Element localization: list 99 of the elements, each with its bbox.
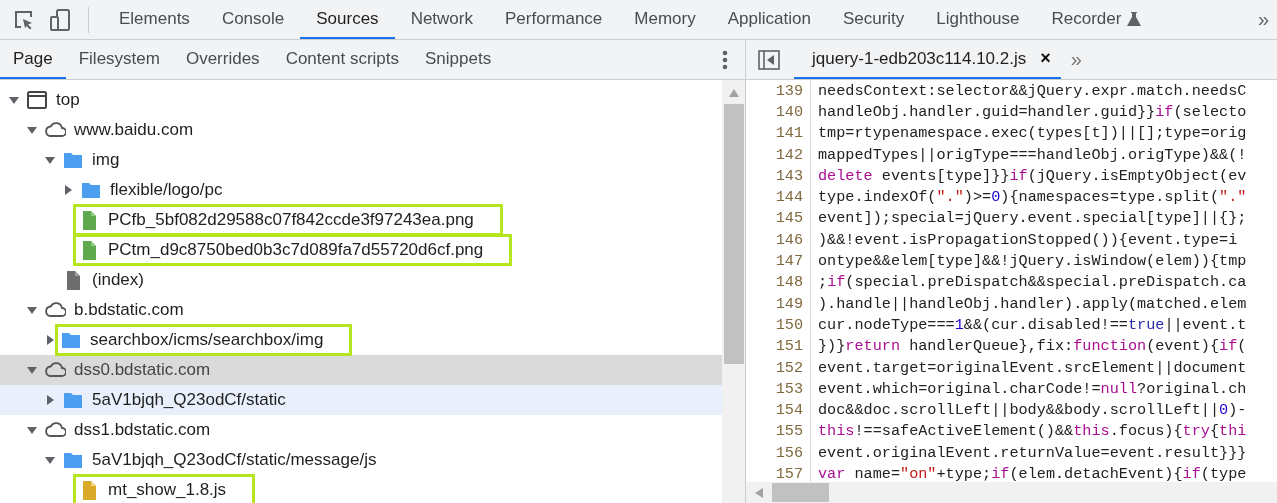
scrollbar-thumb[interactable] bbox=[723, 104, 744, 364]
tree-item[interactable]: PCtm_d9c8750bed0b3c7d089fa7d55720d6cf.png bbox=[0, 235, 722, 265]
file-tab-label[interactable]: jquery-1-edb203c114.10.2.js bbox=[812, 48, 1027, 69]
navigator-tab[interactable]: Content scripts bbox=[272, 40, 412, 79]
tree-item[interactable]: searchbox/icms/searchbox/img bbox=[0, 325, 722, 355]
code-line: ).handle||handleObj.handler).apply(matched.elem bbox=[817, 294, 1247, 313]
line-number: 156 bbox=[746, 442, 811, 464]
tree-item-label: mt_show_1.8.js bbox=[108, 480, 227, 500]
tree-item[interactable]: img bbox=[0, 145, 722, 175]
expanded-arrow-icon[interactable] bbox=[26, 364, 38, 376]
code-line: handleObj.handler.guid=handler.guid}}if(selecto bbox=[817, 102, 1247, 121]
expanded-arrow-icon[interactable] bbox=[26, 424, 38, 436]
more-tabs-button[interactable]: » bbox=[1060, 40, 1092, 79]
code-line: needsContext:selector&&jQuery.expr.match.needsC bbox=[817, 81, 1247, 100]
expanded-arrow-icon[interactable] bbox=[26, 304, 38, 316]
code-line: cur.nodeType===1&&(cur.disabled!==true||event.t bbox=[817, 315, 1247, 334]
tree-item-label: dss1.bdstatic.com bbox=[74, 420, 211, 440]
expanded-arrow-icon[interactable] bbox=[44, 454, 56, 466]
line-number: 145 bbox=[746, 207, 811, 230]
line-number: 146 bbox=[746, 229, 811, 251]
expanded-arrow-icon[interactable] bbox=[8, 94, 20, 106]
tree-item[interactable]: 5aV1bjqh_Q23odCf/static/message/js bbox=[0, 445, 722, 475]
frame-icon bbox=[26, 89, 48, 111]
file-tab[interactable]: jquery-1-edb203c114.10.2.js × bbox=[794, 40, 1061, 79]
scrollbar-thumb[interactable] bbox=[772, 483, 829, 502]
line-number: 151 bbox=[746, 335, 811, 357]
code-line: doc&&doc.scrollLeft||body&&body.scrollLeft||0)- bbox=[817, 401, 1247, 420]
line-number: 141 bbox=[746, 122, 811, 144]
tree-item[interactable]: (index) bbox=[0, 265, 722, 295]
code-line: ;if(special.preDispatch&&special.preDispatch.ca bbox=[817, 273, 1247, 292]
tree-item[interactable]: PCfb_5bf082d29588c07f842ccde3f97243ea.png bbox=[0, 205, 722, 235]
tree-item-label: 5aV1bjqh_Q23odCf/static bbox=[92, 390, 286, 410]
tree-item-label: www.baidu.com bbox=[74, 120, 194, 140]
tree-item-label: top bbox=[56, 90, 80, 110]
collapsed-arrow-icon[interactable] bbox=[62, 184, 74, 196]
code-line: this!==safeActiveElement()&&this.focus){try{thi bbox=[817, 422, 1247, 441]
panel-tab[interactable]: Performance bbox=[489, 0, 619, 39]
tree-item[interactable]: b.bdstatic.com bbox=[0, 295, 722, 325]
navigator-tab[interactable]: Snippets bbox=[412, 40, 505, 79]
panel-tab[interactable]: Elements bbox=[103, 0, 206, 39]
collapsed-arrow-icon[interactable] bbox=[44, 334, 56, 346]
code-line: )&&!event.isPropagationStopped()){event.type=i bbox=[817, 230, 1238, 249]
line-number: 154 bbox=[746, 399, 811, 421]
sidebar-toggle-icon[interactable] bbox=[758, 49, 780, 70]
tree-item[interactable]: www.baidu.com bbox=[0, 115, 722, 145]
line-number: 142 bbox=[746, 143, 811, 166]
tree-item-label: 5aV1bjqh_Q23odCf/static/message/js bbox=[92, 450, 377, 470]
expanded-arrow-icon[interactable] bbox=[44, 154, 56, 166]
line-number: 152 bbox=[746, 356, 811, 379]
panel-tab[interactable]: Lighthouse bbox=[920, 0, 1036, 39]
line-number: 149 bbox=[746, 292, 811, 315]
panel-tab[interactable]: Application bbox=[711, 0, 827, 39]
tree-item-label: b.bdstatic.com bbox=[74, 300, 184, 320]
code-line: delete events[type]}}if(jQuery.isEmptyObject(ev bbox=[817, 166, 1247, 185]
line-number: 148 bbox=[746, 271, 811, 293]
navigator-tab[interactable]: Page bbox=[0, 40, 66, 79]
more-tabs-button[interactable]: » bbox=[1249, 0, 1277, 39]
tree-item[interactable]: mt_show_1.8.js bbox=[0, 475, 722, 503]
tree-item-label: flexible/logo/pc bbox=[110, 180, 223, 200]
panel-tab[interactable]: Network bbox=[394, 0, 489, 39]
navigator-tab[interactable]: Overrides bbox=[172, 40, 273, 79]
panel-tab[interactable]: Console bbox=[205, 0, 301, 39]
panel-tab[interactable]: Recorder bbox=[1035, 0, 1158, 39]
tree-item-label: PCtm_d9c8750bed0b3c7d089fa7d55720d6cf.png bbox=[108, 240, 484, 260]
collapsed-arrow-icon[interactable] bbox=[44, 394, 56, 406]
line-number: 147 bbox=[746, 250, 811, 272]
tree-item[interactable]: flexible/logo/pc bbox=[0, 175, 722, 205]
code-line: tmp=rtypenamespace.exec(types[t])||[];type=orig bbox=[817, 124, 1247, 143]
line-number: 140 bbox=[746, 101, 811, 123]
tree-item-label: searchbox/icms/searchbox/img bbox=[90, 330, 324, 350]
tree-item[interactable]: 5aV1bjqh_Q23odCf/static bbox=[0, 385, 722, 415]
code-line: })}return handlerQueue},fix:function(event){if( bbox=[817, 337, 1247, 356]
device-toolbar-icon[interactable] bbox=[48, 7, 72, 32]
code-line: event.originalEvent.returnValue=event.result}}} bbox=[817, 443, 1247, 462]
close-button[interactable]: × bbox=[1038, 48, 1053, 69]
navigator-tab[interactable]: Filesystem bbox=[65, 40, 173, 79]
panel-tab[interactable]: Memory bbox=[618, 0, 712, 39]
panel-tab[interactable]: Security bbox=[826, 0, 921, 39]
line-number: 144 bbox=[746, 186, 811, 208]
line-number: 150 bbox=[746, 314, 811, 336]
tree-item-label: PCfb_5bf082d29588c07f842ccde3f97243ea.png bbox=[108, 210, 474, 230]
code-line: var name="on"+type;if(elem.detachEvent){if(type bbox=[817, 465, 1247, 482]
line-number: 153 bbox=[746, 378, 811, 400]
expanded-arrow-icon[interactable] bbox=[26, 124, 38, 136]
line-number: 139 bbox=[746, 80, 811, 102]
code-line: mappedTypes||origType===handleObj.origType)&&(! bbox=[817, 145, 1247, 164]
tree-item[interactable]: dss0.bdstatic.com bbox=[0, 355, 722, 385]
tree-item-label: (index) bbox=[92, 270, 144, 290]
tree-item-label: dss0.bdstatic.com bbox=[74, 360, 211, 380]
code-line: ontype&&elem[type]&&!jQuery.isWindow(elem)){tmp bbox=[817, 252, 1247, 270]
tree-item[interactable]: dss1.bdstatic.com bbox=[0, 415, 722, 445]
code-line: event.target=originalEvent.srcElement||document bbox=[817, 358, 1247, 377]
code-line: event.which=original.charCode!=null?original.ch bbox=[817, 379, 1247, 398]
code-line: type.indexOf(".")>=0){namespaces=type.split("." bbox=[817, 188, 1247, 207]
line-number: 155 bbox=[746, 420, 811, 443]
tree-item[interactable]: top bbox=[0, 85, 722, 115]
code-line: event]);special=jQuery.event.special[type]||{}; bbox=[817, 209, 1247, 228]
line-number: 143 bbox=[746, 165, 811, 187]
tree-item-label: img bbox=[92, 150, 120, 170]
